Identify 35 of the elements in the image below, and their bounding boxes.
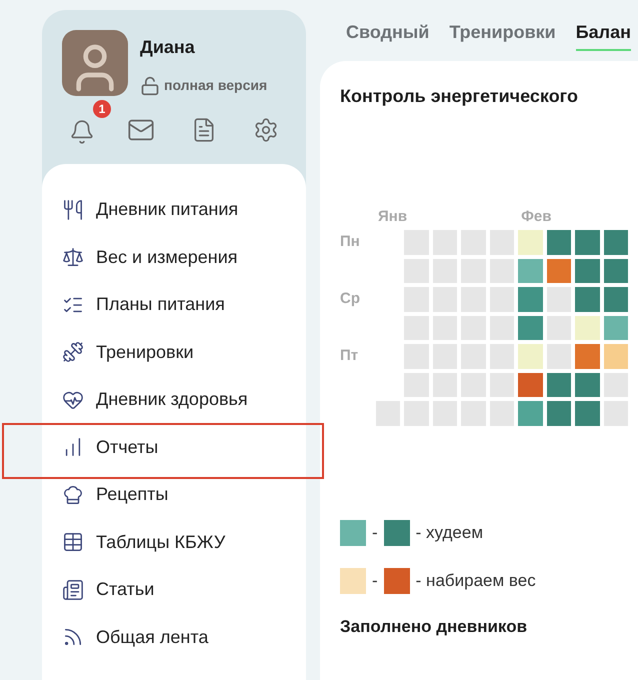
legend-label: - худеем [416, 522, 484, 544]
legend-dash: - [372, 570, 378, 592]
menu-item[interactable]: Статьи [62, 566, 286, 614]
weekday-label: Пт [340, 347, 358, 364]
menu-item[interactable]: Таблицы КБЖУ [62, 518, 286, 566]
chef-hat-icon [62, 484, 84, 506]
section-title: Заполнено дневников [340, 616, 528, 638]
card-title: Контроль энергетического [340, 84, 579, 108]
menu-item[interactable]: Тренировки [62, 328, 286, 376]
unlock-icon [140, 76, 160, 96]
scale-icon [62, 246, 84, 268]
menu-item[interactable]: Отчеты [62, 424, 286, 471]
month-label: Фев [521, 206, 552, 227]
user-name: Диана [140, 36, 196, 59]
notification-badge: 1 [93, 100, 111, 118]
dumbbell-icon [62, 341, 84, 364]
legend-label: - набираем вес [416, 570, 536, 592]
weekday-label: Ср [340, 290, 360, 308]
tab[interactable]: Сводный [346, 19, 430, 51]
menu-item[interactable]: Рецепты [62, 471, 286, 518]
plan-label: полная версия [164, 76, 268, 95]
legend-dash: - [372, 522, 378, 544]
menu-item[interactable]: Дневник питания [62, 186, 286, 234]
menu-item[interactable]: Планы питания [62, 281, 286, 328]
notifications-button[interactable] [69, 118, 95, 146]
weekday-label: Пн [340, 233, 360, 250]
tab[interactable]: Тренировки [449, 19, 556, 51]
tab[interactable]: Балан [576, 19, 631, 51]
avatar-placeholder [62, 30, 128, 96]
menu-item[interactable]: Общая лента [62, 614, 286, 661]
month-label: Янв [378, 206, 408, 227]
menu-item[interactable]: Вес и измерения [62, 234, 286, 281]
menu-item[interactable]: Дневник здоровья [62, 376, 286, 424]
table-icon [62, 531, 84, 554]
newspaper-icon [62, 578, 84, 601]
